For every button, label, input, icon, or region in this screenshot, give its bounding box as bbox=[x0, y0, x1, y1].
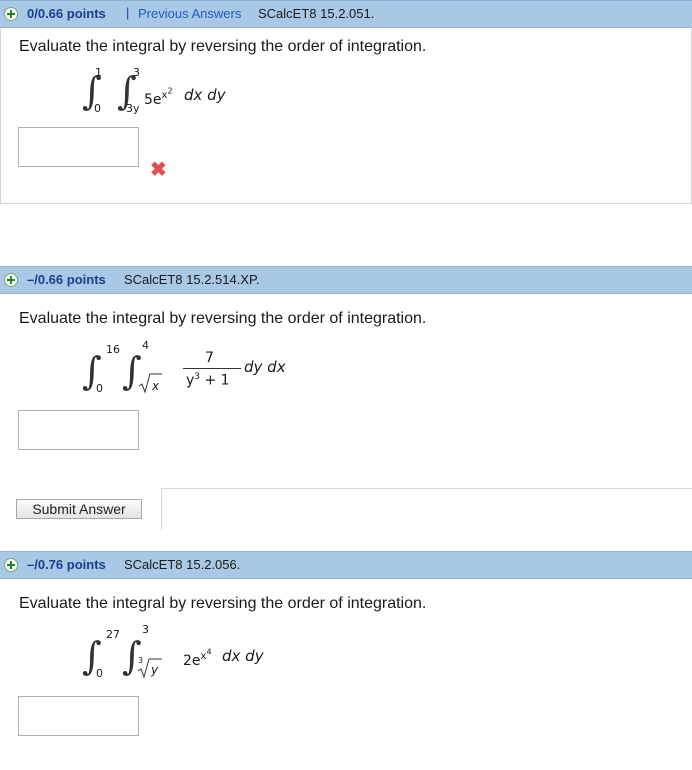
submit-answer-button[interactable]: Submit Answer bbox=[16, 499, 142, 519]
differentials: dx dy bbox=[184, 86, 226, 104]
inner-lower-radicand: y bbox=[151, 663, 159, 677]
header-separator: | bbox=[126, 5, 130, 20]
inner-lower-radicand: x bbox=[152, 379, 160, 393]
expand-plus-icon[interactable] bbox=[4, 558, 18, 572]
outer-lower-limit: 0 bbox=[94, 102, 101, 115]
submit-area-top-divider bbox=[161, 488, 692, 489]
outer-upper-limit: 16 bbox=[106, 343, 120, 356]
question-3-header: –/0.76 points SCalcET8 15.2.056. bbox=[0, 551, 692, 579]
question-1-prompt: Evaluate the integral by reversing the o… bbox=[19, 38, 427, 55]
outer-lower-limit: 0 bbox=[96, 667, 103, 680]
expand-plus-icon[interactable] bbox=[4, 273, 18, 287]
question-2-answer-input[interactable] bbox=[18, 410, 139, 450]
expand-plus-icon[interactable] bbox=[4, 7, 18, 21]
question-1-answer-input[interactable] bbox=[18, 127, 139, 167]
integrand: 2ex4 bbox=[183, 648, 212, 669]
fraction-denominator: y3 + 1 bbox=[186, 372, 230, 389]
question-1-points: 0/0.66 points bbox=[27, 6, 106, 21]
outer-lower-limit: 0 bbox=[96, 382, 103, 395]
inner-upper-limit: 4 bbox=[142, 339, 149, 352]
question-2-points: –/0.66 points bbox=[27, 272, 106, 287]
differentials: dx dy bbox=[222, 647, 264, 665]
question-1-source: SCalcET8 15.2.051. bbox=[258, 6, 375, 21]
inner-upper-limit: 3 bbox=[133, 66, 140, 79]
question-3-answer-input[interactable] bbox=[18, 696, 139, 736]
inner-lower-limit: 3y bbox=[126, 102, 140, 115]
integrand: 5ex2 bbox=[144, 87, 173, 108]
question-3-source: SCalcET8 15.2.056. bbox=[124, 557, 241, 572]
question-2-prompt: Evaluate the integral by reversing the o… bbox=[19, 310, 427, 327]
question-2-source: SCalcET8 15.2.514.XP. bbox=[124, 272, 260, 287]
fraction-numerator: 7 bbox=[205, 350, 214, 366]
question-1-left-border bbox=[0, 28, 1, 203]
submit-area-left-divider bbox=[161, 488, 162, 530]
fraction-bar bbox=[183, 368, 241, 369]
differentials: dy dx bbox=[244, 358, 286, 376]
outer-upper-limit: 27 bbox=[106, 628, 120, 641]
inner-upper-limit: 3 bbox=[142, 623, 149, 636]
outer-upper-limit: 1 bbox=[95, 66, 102, 79]
previous-answers-link[interactable]: Previous Answers bbox=[138, 6, 241, 21]
question-3-points: –/0.76 points bbox=[27, 557, 106, 572]
question-3-prompt: Evaluate the integral by reversing the o… bbox=[19, 595, 427, 612]
incorrect-x-icon: ✖ bbox=[150, 159, 167, 181]
question-1-header: 0/0.66 points | Previous Answers SCalcET… bbox=[0, 0, 692, 28]
question-1-bottom-divider bbox=[0, 203, 692, 204]
question-2-header: –/0.66 points SCalcET8 15.2.514.XP. bbox=[0, 266, 692, 294]
